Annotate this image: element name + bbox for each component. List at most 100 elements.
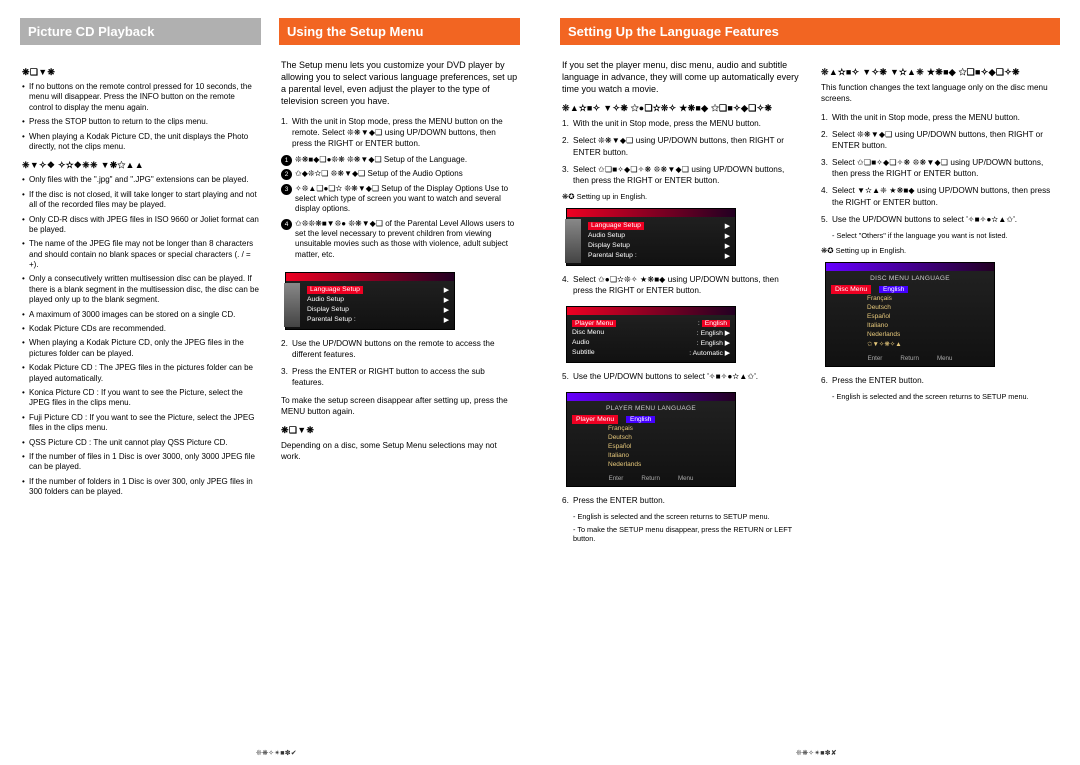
cdr-item: If the number of folders in 1 Disc is ov…	[22, 477, 259, 498]
note-item: If no buttons on the remote control pres…	[22, 82, 259, 113]
setup-step: Use the UP/DOWN buttons on the remote to…	[281, 338, 518, 360]
disc-step: Select ▼✫▲❈ ★❋■◆ using UP/DOWN buttons, …	[821, 185, 1058, 207]
circled-item: ❊❋■◆❑●❊❋ ❊❋▼◆❑ Setup of the Language.	[281, 155, 518, 165]
osd-left: Player Menu	[572, 320, 616, 327]
setup-step: Press the ENTER or RIGHT button to acces…	[281, 366, 518, 388]
osd-val: English	[702, 320, 730, 327]
osd-lang: Français	[572, 424, 730, 433]
cdr-item: QSS Picture CD : The unit cannot play QS…	[22, 438, 259, 448]
circled-item: ✧❊▲❑●❏✫ ❊❋▼◆❑ Setup of the Display Optio…	[281, 184, 518, 215]
osd-row: Language Setup	[307, 286, 363, 294]
osd-lang: Italiano	[831, 321, 989, 330]
cdr-header: ❈▼✧❖ ✧✫❖❈❈ ▼❋✩▲▲	[22, 160, 259, 171]
player-steps-b: Select ✩●❏✫❊✧ ★❋■◆ using UP/DOWN buttons…	[562, 274, 799, 296]
osd-lang: English	[626, 416, 655, 423]
player-step: Press the ENTER button.	[562, 495, 799, 506]
player-step: Select ✩●❏✫❊✧ ★❋■◆ using UP/DOWN buttons…	[562, 274, 799, 296]
cdr-list: Only files with the ".jpg" and ".JPG" ex…	[22, 175, 259, 497]
cdr-item: Kodak Picture CDs are recommended.	[22, 324, 259, 334]
right-spread: Setting Up the Language Features If you …	[540, 0, 1080, 765]
osd-left: Disc Menu	[831, 285, 871, 294]
osd-title: PLAYER MENU LANGUAGE	[572, 405, 730, 412]
osd-lang: Nederlands	[831, 330, 989, 339]
left-col2: Using the Setup Menu The Setup menu lets…	[279, 18, 520, 737]
player-note: To make the SETUP menu disappear, press …	[573, 525, 799, 543]
lang-intro: If you set the player menu, disc menu, a…	[562, 59, 799, 95]
player-step: Select ❊❋▼◆❑ using UP/DOWN buttons, then…	[562, 135, 799, 157]
disc-lang-header: ❊▲✫■✧ ▼✧❋ ▼✫▲❈ ★❋■◆ ✩❏■✧◆❏✧❋	[821, 67, 1058, 78]
note-list: If no buttons on the remote control pres…	[22, 82, 259, 152]
setup-close-note: To make the setup screen disappear after…	[281, 395, 518, 417]
player-step: Use the UP/DOWN buttons to select '✧■✧●✫…	[562, 371, 799, 382]
disc-step: With the unit in Stop mode, press the ME…	[821, 112, 1058, 123]
osd-lang: English	[879, 286, 908, 293]
osd-disc-lang-list: DISC MENU LANGUAGE Disc Menu English Fra…	[825, 262, 995, 367]
osd-player-lang-list: PLAYER MENU LANGUAGE Player Menu English…	[566, 392, 736, 487]
osd-row: Parental Setup :	[307, 316, 356, 324]
note-item: When playing a Kodak Picture CD, the uni…	[22, 132, 259, 153]
disc-steps-b: Press the ENTER button.	[821, 375, 1058, 386]
disc-note5: Select "Others" if the language you want…	[832, 231, 1058, 240]
setup-step: With the unit in Stop mode, press the ME…	[281, 116, 518, 149]
osd-lang-setup: Language Setup▶ Audio Setup▶ Display Set…	[566, 208, 736, 266]
osd-row-val: Automatic	[693, 350, 723, 357]
osd-row: Language Setup	[588, 222, 644, 230]
cdr-item: Only a consecutively written multisessio…	[22, 274, 259, 305]
osd-lang: Español	[572, 442, 730, 451]
osd-left: Player Menu	[572, 415, 618, 424]
osd-row: Audio Setup	[307, 296, 344, 304]
player-lang-header: ❊▲✫■✧ ▼✧❋ ✩●❏✫❊✧ ★❋■◆ ✩❏■✧◆❏✧❋	[562, 103, 799, 114]
disc-intro: This function changes the text language …	[821, 82, 1058, 104]
setup-note-header: ❋❏▼❋	[281, 425, 518, 436]
setup-steps-b: Use the UP/DOWN buttons on the remote to…	[281, 338, 518, 388]
osd-lang: Italiano	[572, 451, 730, 460]
left-spread: Picture CD Playback ❋❏▼❋ If no buttons o…	[0, 0, 540, 765]
cdr-item: Kodak Picture CD : The JPEG files in the…	[22, 363, 259, 384]
player-step: With the unit in Stop mode, press the ME…	[562, 118, 799, 129]
osd-row-val: English	[701, 330, 723, 337]
disc-steps-a: With the unit in Stop mode, press the ME…	[821, 112, 1058, 225]
right-col2: ❊▲✫■✧ ▼✧❋ ▼✫▲❈ ★❋■◆ ✩❏■✧◆❏✧❋ This functi…	[819, 59, 1060, 748]
disc-note: English is selected and the screen retur…	[832, 392, 1058, 401]
cdr-item: If the disc is not closed, it will take …	[22, 190, 259, 211]
player-steps-d: Press the ENTER button.	[562, 495, 799, 506]
right-col1: If you set the player menu, disc menu, a…	[560, 59, 801, 748]
player-step: Select ✩❏■✧◆❏✧❋ ❊❋▼◆❑ using UP/DOWN butt…	[562, 164, 799, 186]
cdr-item: Konica Picture CD : If you want to see t…	[22, 388, 259, 409]
cdr-item: When playing a Kodak Picture CD, only th…	[22, 338, 259, 359]
setup-steps-a: With the unit in Stop mode, press the ME…	[281, 116, 518, 149]
page-number-left: ❊❋✧✴■✽✔	[256, 749, 297, 757]
cdr-item: The name of the JPEG file may not be lon…	[22, 239, 259, 270]
osd-title: DISC MENU LANGUAGE	[831, 275, 989, 282]
setup-intro: The Setup menu lets you customize your D…	[281, 59, 518, 108]
osd-player-menu: Player Menu: English Disc Menu: English …	[566, 306, 736, 363]
left-col1: Picture CD Playback ❋❏▼❋ If no buttons o…	[20, 18, 261, 737]
cdr-item: A maximum of 3000 images can be stored o…	[22, 310, 259, 320]
section-title-picture-cd: Picture CD Playback	[20, 18, 261, 45]
osd-row: Display Setup	[588, 242, 630, 250]
cdr-item: Only CD-R discs with JPEG files in ISO 9…	[22, 215, 259, 236]
disc-step: Select ❊❋▼◆❑ using UP/DOWN buttons, then…	[821, 129, 1058, 151]
osd-row-label: Disc Menu	[572, 329, 604, 337]
osd-lang: Français	[831, 294, 989, 303]
osd-row: Audio Setup	[588, 232, 625, 240]
osd-setup-menu: Language Setup▶ Audio Setup▶ Display Set…	[285, 272, 455, 330]
osd-lang: Deutsch	[572, 433, 730, 442]
disc-step: Select ✩❏■✧◆❏✧❋ ❊❋▼◆❑ using UP/DOWN butt…	[821, 157, 1058, 179]
disc-step: Press the ENTER button.	[821, 375, 1058, 386]
circled-item: ✩◆❊✫❏ ❊❋▼◆❑ Setup of the Audio Options	[281, 169, 518, 179]
setup-note: Depending on a disc, some Setup Menu sel…	[281, 440, 518, 462]
page-number-right: ❊❋✧✴■✽✘	[796, 749, 837, 757]
osd-row: Parental Setup :	[588, 252, 637, 260]
setup-circled-list: ❊❋■◆❑●❊❋ ❊❋▼◆❑ Setup of the Language. ✩◆…	[281, 155, 518, 261]
osd-row-val: English	[701, 340, 723, 347]
osd-lang: Deutsch	[831, 303, 989, 312]
osd-lang: ✩▼✧❋✧▲	[831, 339, 989, 349]
player-steps-c: Use the UP/DOWN buttons to select '✧■✧●✫…	[562, 371, 799, 382]
note-header: ❋❏▼❋	[22, 67, 259, 78]
disc-step: Use the UP/DOWN buttons to select '✧■✧●✫…	[821, 214, 1058, 225]
example-label: ❋✪ Setting up in English.	[562, 192, 799, 201]
example-label: ❋✪ Setting up in English.	[821, 246, 1058, 255]
osd-lang: Español	[831, 312, 989, 321]
section-title-setup: Using the Setup Menu	[279, 18, 520, 45]
